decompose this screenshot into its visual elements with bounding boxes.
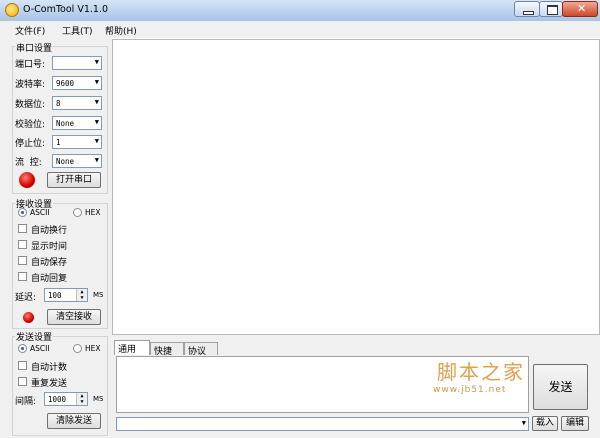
chevron-down-icon: ▼ [94,58,99,66]
databits-select[interactable]: 8 ▼ [52,96,102,110]
show-time-label: 显示时间 [31,242,68,252]
open-port-button[interactable]: 打开串口 [47,172,101,188]
serial-settings-title: 串口设置 [15,41,54,54]
stopbits-label: 停止位: [15,139,46,149]
tab-protocol[interactable]: 协议 [184,342,218,357]
receive-status-indicator [23,312,34,323]
tab-general[interactable]: 通用 [114,340,150,355]
chevron-down-icon: ▼ [94,78,99,86]
repeat-send-label: 重复发送 [31,379,68,389]
receive-ascii-label: ASCII [30,208,50,217]
repeat-send-checkbox[interactable] [18,377,27,386]
flowcontrol-label: 流 控: [15,158,42,168]
stopbits-select[interactable]: 1 ▼ [52,135,102,149]
auto-wrap-checkbox[interactable] [18,224,27,233]
menu-tools[interactable]: 工具(T) [62,24,93,37]
baud-label: 波特率: [15,80,46,90]
show-time-checkbox[interactable] [18,240,27,249]
chevron-down-icon: ▼ [94,156,99,164]
parity-label: 校验位: [15,120,46,130]
receive-ascii-radio[interactable] [18,208,27,217]
close-button[interactable]: ✕ [562,1,598,17]
auto-count-checkbox[interactable] [18,361,27,370]
receive-hex-label: HEX [85,208,101,217]
menu-bar: 文件(F) 工具(T) 帮助(H) [0,21,600,38]
baud-select[interactable]: 9600 ▼ [52,76,102,90]
send-settings-title: 发送设置 [15,330,54,343]
chevron-down-icon: ▼ [94,137,99,145]
receive-hex-radio[interactable] [73,208,82,217]
minimize-button[interactable] [514,1,540,17]
delay-label: 延迟: [15,293,37,303]
chevron-down-icon: ▼ [94,118,99,126]
close-icon: ✕ [577,2,587,15]
spin-arrows-icon: ▲ ▼ [76,393,87,405]
send-ascii-label: ASCII [30,344,50,353]
app-icon [5,3,19,17]
watermark-logo: 脚本之家 [437,360,525,384]
clear-send-button[interactable]: 清除发送 [47,413,101,429]
send-ascii-radio[interactable] [18,344,27,353]
send-hex-label: HEX [85,344,101,353]
auto-save-checkbox[interactable] [18,256,27,265]
port-select[interactable]: ▼ [52,56,102,70]
chevron-down-icon: ▼ [521,419,526,427]
databits-label: 数据位: [15,100,46,110]
port-label: 端口号: [15,60,46,70]
send-history-select[interactable]: ▼ [116,417,529,431]
title-bar: O-ComTool V1.1.0 ✕ [0,0,600,22]
delay-unit: MS [93,291,104,299]
spin-arrows-icon: ▲ ▼ [76,289,87,301]
delay-spinbox[interactable]: 100 ▲ ▼ [44,288,88,302]
menu-file[interactable]: 文件(F) [15,24,45,37]
auto-count-label: 自动计数 [31,363,68,373]
edit-button[interactable]: 编辑 [561,416,589,431]
tab-shortcut[interactable]: 快捷 [150,342,184,357]
parity-select[interactable]: None ▼ [52,116,102,130]
interval-unit: MS [93,395,104,403]
chevron-down-icon: ▼ [94,98,99,106]
send-button[interactable]: 发送 [533,364,588,410]
clear-receive-button[interactable]: 清空接收 [47,309,101,325]
auto-reply-checkbox[interactable] [18,272,27,281]
send-hex-radio[interactable] [73,344,82,353]
menu-help[interactable]: 帮助(H) [105,24,137,37]
load-button[interactable]: 载入 [532,416,558,431]
interval-label: 间隔: [15,397,37,407]
auto-wrap-label: 自动换行 [31,226,68,236]
port-status-indicator [19,172,35,188]
auto-reply-label: 自动回复 [31,274,68,284]
flowcontrol-select[interactable]: None ▼ [52,154,102,168]
watermark-url: www.jb51.net [433,385,507,395]
auto-save-label: 自动保存 [31,258,68,268]
window-title: O-ComTool V1.1.0 [23,4,109,15]
interval-spinbox[interactable]: 1000 ▲ ▼ [44,392,88,406]
maximize-button[interactable] [539,1,563,17]
receive-textarea[interactable] [112,39,600,335]
